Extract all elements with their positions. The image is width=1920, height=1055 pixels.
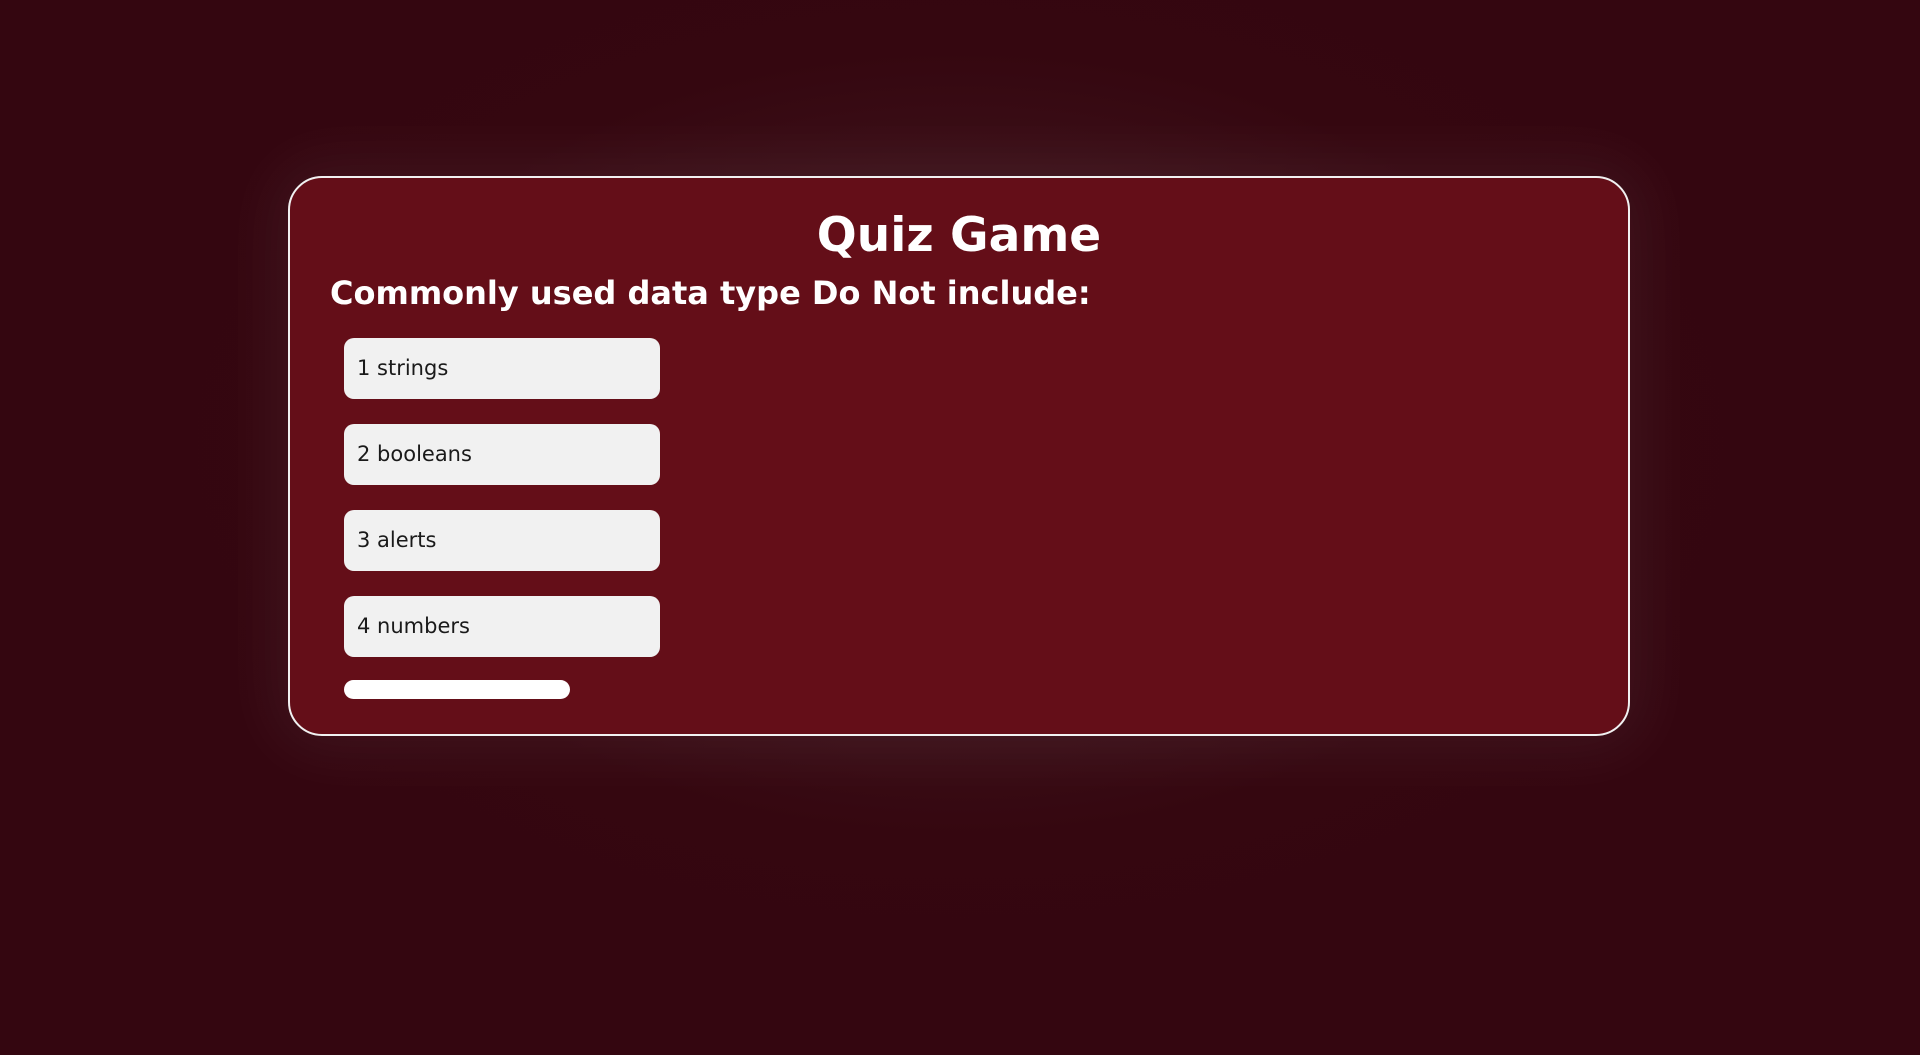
- answer-button-4[interactable]: 4 numbers: [344, 596, 660, 657]
- answer-list: 1 strings 2 booleans 3 alerts 4 numbers: [344, 338, 660, 682]
- progress-bar-fill: [344, 680, 570, 699]
- quiz-card: Quiz Game Commonly used data type Do Not…: [288, 176, 1630, 736]
- answer-button-3[interactable]: 3 alerts: [344, 510, 660, 571]
- progress-bar: [344, 680, 570, 699]
- answer-button-2[interactable]: 2 booleans: [344, 424, 660, 485]
- page-title: Quiz Game: [816, 208, 1102, 263]
- answer-button-1[interactable]: 1 strings: [344, 338, 660, 399]
- question-text: Commonly used data type Do Not include:: [330, 274, 1091, 312]
